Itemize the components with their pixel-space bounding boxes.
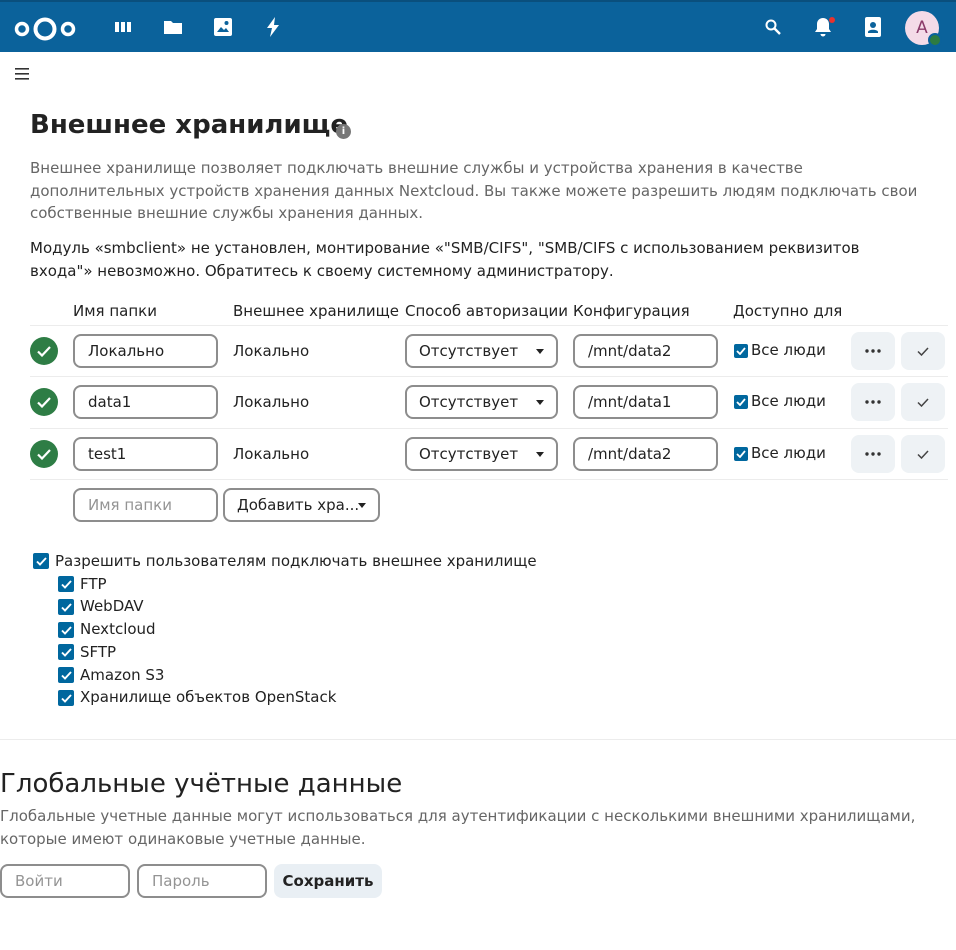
online-status-icon	[928, 33, 942, 47]
auth-method-select[interactable]: Отсутствует	[405, 437, 558, 471]
activity-icon[interactable]	[260, 14, 286, 40]
allow-user-mounting-label: Разрешить пользователям подключать внешн…	[55, 552, 537, 570]
top-bar: A	[0, 0, 956, 52]
chevron-down-icon	[536, 400, 544, 405]
available-label: Все люди	[751, 444, 826, 462]
header-external-storage: Внешнее хранилище	[233, 302, 399, 320]
backend-label: Nextcloud	[80, 620, 156, 638]
more-icon	[865, 349, 881, 353]
backend-label: WebDAV	[80, 597, 144, 615]
backend-label: SFTP	[80, 643, 117, 661]
chevron-down-icon	[536, 349, 544, 354]
global-credentials-title: Глобальные учётные данные	[0, 769, 403, 799]
more-icon	[865, 452, 881, 456]
available-checkbox[interactable]	[734, 344, 748, 358]
configuration-input[interactable]: /mnt/data1	[573, 385, 718, 419]
nextcloud-logo[interactable]	[14, 15, 76, 43]
more-actions-button[interactable]	[851, 332, 895, 370]
info-icon[interactable]: i	[336, 124, 351, 139]
more-icon	[865, 400, 881, 404]
row-divider	[30, 325, 948, 326]
available-checkbox[interactable]	[734, 447, 748, 461]
header-folder-name: Имя папки	[73, 302, 157, 320]
status-ok-icon	[30, 440, 58, 468]
available-checkbox[interactable]	[734, 395, 748, 409]
user-avatar[interactable]: A	[905, 11, 942, 47]
avatar-letter: A	[916, 18, 928, 38]
page-title: Внешнее хранилище	[30, 110, 349, 140]
menu-toggle-icon[interactable]	[13, 67, 31, 81]
add-storage-select[interactable]: Добавить хра...	[223, 488, 380, 522]
configuration-input[interactable]: /mnt/data2	[573, 437, 718, 471]
save-row-button[interactable]	[901, 332, 945, 370]
folder-name-input[interactable]: data1	[73, 385, 218, 419]
auth-method-select[interactable]: Отсутствует	[405, 334, 558, 368]
status-ok-icon	[30, 337, 58, 365]
auth-method-value: Отсутствует	[419, 342, 519, 360]
header-available-for: Доступно для	[733, 302, 843, 320]
backend-s3-checkbox[interactable]	[58, 667, 74, 683]
backend-sftp-checkbox[interactable]	[58, 644, 74, 660]
global-credentials-description: Глобальные учетные данные могут использо…	[0, 807, 916, 848]
smbclient-warning: Модуль «smbclient» не установлен, монтир…	[30, 239, 860, 280]
row-divider	[30, 479, 948, 480]
auth-method-value: Отсутствует	[419, 445, 519, 463]
save-row-button[interactable]	[901, 383, 945, 421]
page-description: Внешнее хранилище позволяет подключать в…	[30, 159, 918, 222]
save-row-button[interactable]	[901, 435, 945, 473]
checkmark-icon	[917, 449, 929, 459]
status-ok-icon	[30, 388, 58, 416]
available-label: Все люди	[751, 341, 826, 359]
backend-label: FTP	[80, 575, 107, 593]
backend-ftp-checkbox[interactable]	[58, 576, 74, 592]
new-folder-name-input[interactable]: Имя папки	[73, 488, 218, 522]
chevron-down-icon	[536, 452, 544, 457]
search-icon[interactable]	[760, 14, 786, 40]
backend-nextcloud-checkbox[interactable]	[58, 622, 74, 638]
more-actions-button[interactable]	[851, 435, 895, 473]
dashboard-icon[interactable]	[110, 14, 136, 40]
notifications-icon[interactable]	[810, 14, 836, 40]
storage-backend: Локально	[233, 445, 310, 463]
save-credentials-button[interactable]: Сохранить	[274, 864, 382, 898]
row-divider	[30, 428, 948, 429]
chevron-down-icon	[358, 503, 366, 508]
row-divider	[30, 376, 948, 377]
login-input[interactable]: Войти	[0, 864, 130, 898]
header-configuration: Конфигурация	[573, 302, 690, 320]
allow-user-mounting-checkbox[interactable]	[33, 553, 49, 569]
photos-icon[interactable]	[210, 14, 236, 40]
more-actions-button[interactable]	[851, 383, 895, 421]
storage-backend: Локально	[233, 393, 310, 411]
backend-label: Хранилище объектов OpenStack	[80, 688, 337, 706]
checkmark-icon	[917, 346, 929, 356]
header-auth-method: Способ авторизации	[405, 302, 568, 320]
add-storage-label: Добавить хра...	[237, 496, 360, 514]
folder-name-input[interactable]: Локально	[73, 334, 218, 368]
files-icon[interactable]	[160, 14, 186, 40]
backend-webdav-checkbox[interactable]	[58, 599, 74, 615]
checkmark-icon	[917, 397, 929, 407]
available-label: Все люди	[751, 392, 826, 410]
section-divider	[0, 739, 956, 740]
auth-method-select[interactable]: Отсутствует	[405, 385, 558, 419]
backend-openstack-checkbox[interactable]	[58, 690, 74, 706]
folder-name-input[interactable]: test1	[73, 437, 218, 471]
contacts-icon[interactable]	[860, 14, 886, 40]
storage-backend: Локально	[233, 342, 310, 360]
auth-method-value: Отсутствует	[419, 393, 519, 411]
configuration-input[interactable]: /mnt/data2	[573, 334, 718, 368]
backend-label: Amazon S3	[80, 666, 165, 684]
notification-badge	[829, 17, 835, 23]
password-input[interactable]: Пароль	[137, 864, 267, 898]
